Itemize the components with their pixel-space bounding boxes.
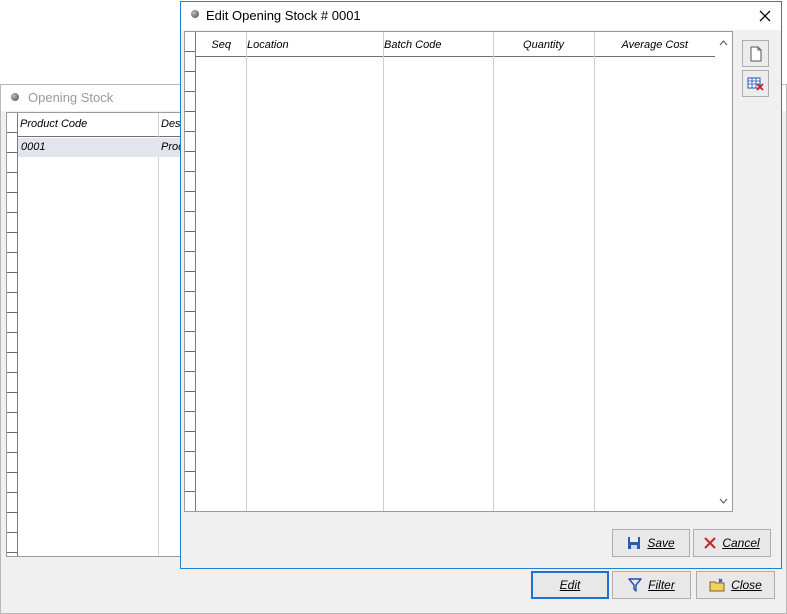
column-divider [493, 32, 494, 511]
vertical-scrollbar[interactable] [715, 32, 732, 511]
chevron-up-icon[interactable] [715, 34, 732, 51]
column-divider [246, 32, 247, 511]
edit-opening-stock-dialog: Edit Opening Stock # 0001 Seq Location B… [180, 1, 782, 569]
dialog-titlebar: Edit Opening Stock # 0001 [181, 2, 781, 30]
edit-button-label: Edit [559, 578, 581, 592]
column-divider [158, 113, 159, 556]
edit-button[interactable]: Edit [531, 571, 609, 599]
cancel-x-icon [704, 537, 717, 549]
delete-row-icon [747, 76, 765, 92]
close-button[interactable]: Close [696, 571, 775, 599]
column-header-batch-code[interactable]: Batch Code [384, 32, 441, 57]
table-row[interactable]: 0001 Prod [18, 138, 195, 157]
window-dot-icon [11, 93, 19, 101]
folder-close-icon [709, 578, 725, 592]
floppy-disk-icon [627, 536, 641, 550]
new-line-button[interactable] [742, 40, 769, 67]
stock-lines-grid[interactable]: Seq Location Batch Code Quantity Average… [184, 31, 733, 512]
column-divider [594, 32, 595, 511]
column-header-product-code[interactable]: Product Code [20, 118, 87, 130]
save-button[interactable]: Save [612, 529, 690, 557]
close-icon[interactable] [755, 6, 775, 26]
column-header-seq[interactable]: Seq [196, 32, 246, 57]
cell-product-code: 0001 [21, 141, 46, 153]
cancel-button-label: Cancel [722, 536, 760, 550]
column-header-quantity[interactable]: Quantity [494, 32, 594, 57]
opening-stock-title: Opening Stock [28, 90, 114, 105]
dialog-title: Edit Opening Stock # 0001 [206, 8, 361, 23]
cancel-button[interactable]: Cancel [693, 529, 771, 557]
funnel-icon [628, 578, 642, 592]
chevron-down-icon[interactable] [715, 492, 732, 509]
filter-button[interactable]: Filter [612, 571, 691, 599]
opening-stock-grid-header: Product Code Desc [18, 113, 195, 137]
stock-lines-grid-header: Seq Location Batch Code Quantity Average… [196, 32, 715, 57]
save-button-label: Save [647, 536, 675, 550]
opening-stock-grid[interactable]: Product Code Desc 0001 Prod [6, 112, 196, 557]
column-divider [383, 32, 384, 511]
column-header-average-cost[interactable]: Average Cost [595, 32, 715, 57]
window-dot-icon [191, 10, 199, 18]
row-selector-gutter[interactable] [185, 32, 196, 511]
filter-button-label: Filter [648, 578, 675, 592]
column-header-location[interactable]: Location [247, 32, 289, 57]
delete-line-button[interactable] [742, 70, 769, 97]
row-selector-gutter[interactable] [7, 113, 18, 556]
new-document-icon [749, 46, 763, 62]
close-button-label: Close [731, 578, 762, 592]
